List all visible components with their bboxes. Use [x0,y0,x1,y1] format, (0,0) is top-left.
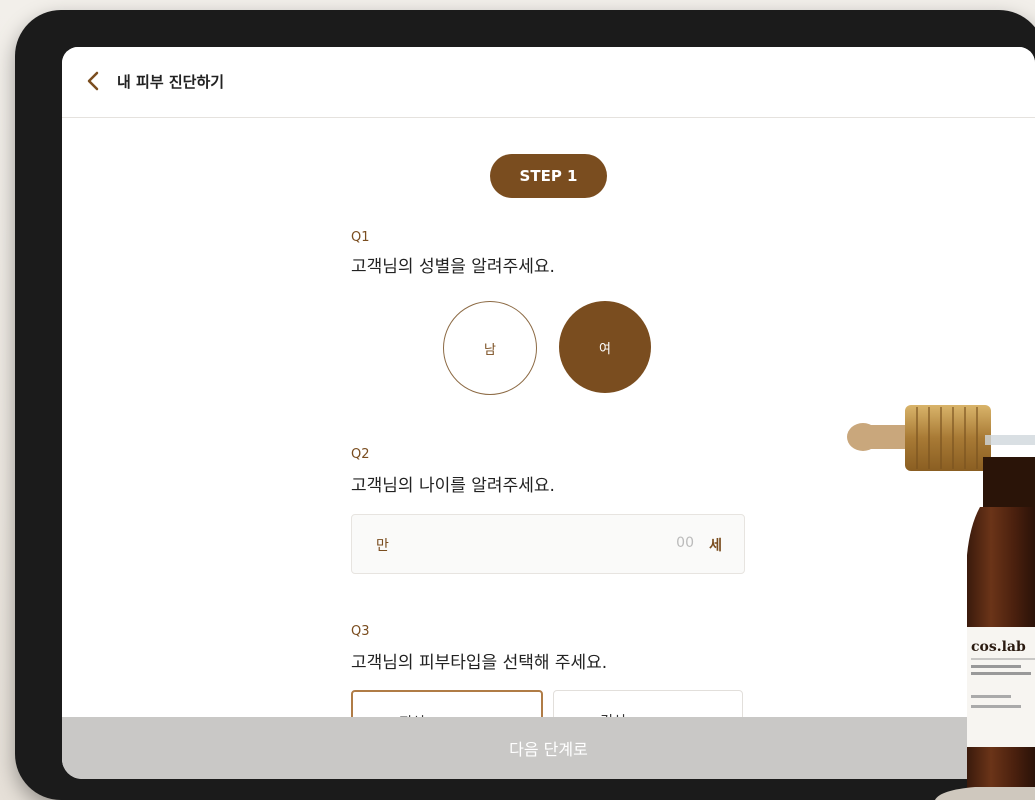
gender-male-button[interactable]: 남 [443,301,537,395]
age-suffix-label: 세 [709,538,722,554]
page-title: 내 피부 진단하기 [117,73,225,91]
q1-number: Q1 [351,230,370,245]
q2-text: 고객님의 나이를 알려주세요. [351,476,555,496]
q3-number: Q3 [351,624,370,639]
gender-female-button[interactable]: 여 [559,301,651,393]
next-step-label: 다음 단계로 [509,740,588,759]
q2-number: Q2 [351,447,370,462]
q3-text: 고객님의 피부타입을 선택해 주세요. [351,653,608,673]
step-badge: STEP 1 [490,154,607,198]
age-value-placeholder: 00 [676,535,694,551]
header: 내 피부 진단하기 [62,47,1035,118]
serum-bottle-image: cos.lab [847,405,1035,800]
q1-text: 고객님의 성별을 알려주세요. [351,257,555,277]
back-arrow-icon[interactable] [82,69,106,93]
age-input[interactable]: 만 00 세 [351,514,745,574]
bottle-brand-label: cos.lab [971,639,1026,655]
age-prefix-label: 만 [376,538,389,554]
